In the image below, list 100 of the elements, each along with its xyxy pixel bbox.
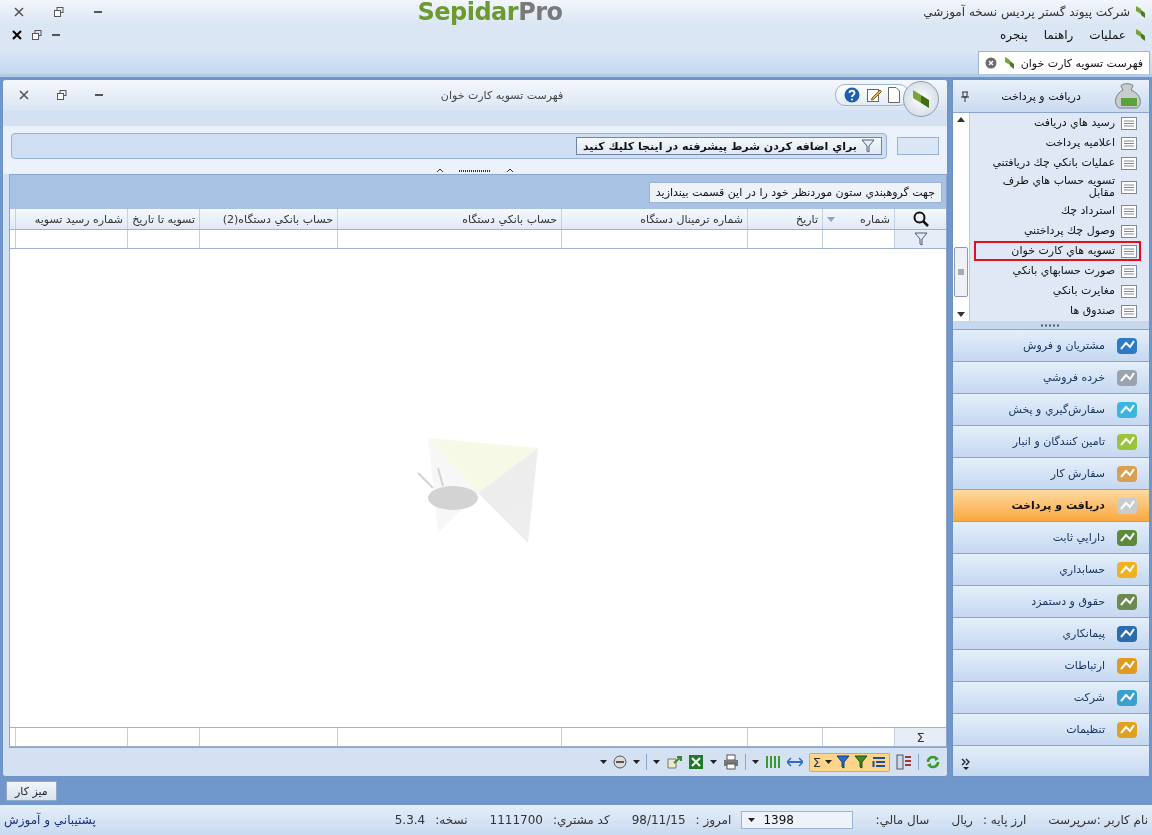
pin-icon[interactable]: [961, 90, 969, 102]
currency-label: ارز پايه :: [982, 813, 1027, 827]
module-button[interactable]: شركت: [953, 682, 1149, 714]
list-icon: [1121, 244, 1137, 258]
fiscal-year-dropdown[interactable]: 1398: [741, 811, 854, 829]
spreadsheet-icon[interactable]: [687, 754, 704, 770]
printer-icon[interactable]: [722, 754, 739, 770]
module-button[interactable]: سفارش‌گيري و پخش: [953, 394, 1149, 426]
close-icon[interactable]: [19, 90, 29, 100]
menu-item[interactable]: عمليات: [1081, 28, 1134, 42]
leaf-icon: [911, 88, 931, 110]
nav-item[interactable]: تسويه حساب هاي طرف مقابل: [974, 173, 1141, 201]
close-icon[interactable]: [14, 7, 24, 17]
today-label: امروز :: [695, 813, 732, 827]
column-header[interactable]: شماره: [822, 209, 894, 229]
column-header[interactable]: تسويه تا تاريخ: [127, 209, 199, 229]
list-icon: [1121, 180, 1137, 194]
form-title: فهرست تسويه كارت خوان: [439, 88, 565, 102]
nav-item[interactable]: وصول چك پرداختني: [974, 221, 1141, 241]
today-date: 98/11/15: [631, 813, 686, 827]
circle-minus-icon[interactable]: [612, 755, 627, 769]
list-icon: [1121, 224, 1137, 238]
nav-item[interactable]: رسيد هاي دريافت: [974, 113, 1141, 133]
caret-icon[interactable]: [751, 760, 759, 764]
list-icon: [1121, 136, 1137, 150]
module-button[interactable]: حقوق و دستمزد: [953, 586, 1149, 618]
nav-item[interactable]: مغايرت بانكي: [974, 281, 1141, 301]
edit-icon[interactable]: [866, 87, 882, 103]
logo-icon: [1134, 28, 1146, 42]
list-icon: [1121, 264, 1137, 278]
customer-code-label: كد مشتري:: [553, 813, 610, 827]
column-header[interactable]: شماره رسيد تسويه: [15, 209, 127, 229]
restore-icon[interactable]: [54, 7, 64, 17]
nav-item[interactable]: استرداد چك: [974, 201, 1141, 221]
sum-button[interactable]: Σ: [812, 754, 821, 770]
list-icon: [1121, 116, 1137, 130]
nav-item[interactable]: صورت حسابهاي بانكي: [974, 261, 1141, 281]
nav-item[interactable]: تسويه هاي كارت خوان: [974, 241, 1141, 261]
restore-icon[interactable]: [32, 30, 42, 40]
caret-icon[interactable]: [599, 760, 607, 764]
refresh-icon[interactable]: [925, 754, 941, 770]
scrollbar[interactable]: [953, 113, 970, 321]
module-button[interactable]: مشتريان و فروش: [953, 330, 1149, 362]
module-button[interactable]: پيمانكاري: [953, 618, 1149, 650]
module-button[interactable]: دريافت و پرداخت: [953, 490, 1149, 522]
columns-icon[interactable]: [896, 754, 912, 770]
currency-value: ريال: [951, 813, 973, 827]
nav-item[interactable]: صندوق ها: [974, 301, 1141, 321]
document-tab[interactable]: فهرست تسويه كارت خوان: [977, 51, 1150, 74]
export-icon[interactable]: [665, 754, 682, 770]
restore-icon[interactable]: [57, 90, 67, 100]
module-button[interactable]: حسابداري: [953, 554, 1149, 586]
minimize-icon[interactable]: [94, 10, 102, 14]
group-by-icon[interactable]: [872, 755, 886, 769]
grip-icon: [958, 269, 964, 275]
module-button[interactable]: سفارش كار: [953, 458, 1149, 490]
caret-icon: [748, 818, 756, 822]
filter-icon[interactable]: [836, 755, 850, 769]
menu-item[interactable]: راهنما: [1035, 28, 1082, 42]
fit-width-icon[interactable]: [786, 757, 803, 767]
scroll-down-icon[interactable]: [957, 312, 965, 317]
desktop-button[interactable]: ميز كار: [6, 781, 57, 801]
column-header[interactable]: حساب بانكي دستگاه(2): [199, 209, 337, 229]
column-header[interactable]: حساب بانكي دستگاه: [337, 209, 561, 229]
module-button[interactable]: تنظيمات: [953, 714, 1149, 746]
caret-icon[interactable]: [709, 760, 717, 764]
caret-icon[interactable]: [652, 760, 660, 764]
search-icon[interactable]: [912, 211, 929, 227]
resize-grip-icon[interactable]: [1041, 323, 1061, 327]
help-icon[interactable]: [844, 87, 860, 103]
new-document-icon[interactable]: [888, 87, 900, 103]
logo-icon: [1002, 56, 1015, 70]
nav-item[interactable]: اعلاميه پرداخت: [974, 133, 1141, 153]
expand-chevrons-icon[interactable]: [961, 758, 971, 770]
minimize-icon[interactable]: [52, 33, 60, 37]
sort-arrow-icon: [827, 216, 835, 222]
list-icon: [1121, 304, 1137, 318]
module-button[interactable]: خرده فروشي: [953, 362, 1149, 394]
module-button[interactable]: ارتباطات: [953, 650, 1149, 682]
scroll-up-icon[interactable]: [957, 117, 965, 122]
module-button[interactable]: دارايي ثابت: [953, 522, 1149, 554]
menu-item[interactable]: پنجره: [992, 28, 1036, 42]
column-bars-icon[interactable]: [764, 754, 781, 770]
column-header[interactable]: شماره ترمينال دستگاه: [561, 209, 747, 229]
list-icon: [1121, 156, 1137, 170]
splitter-grip-icon[interactable]: [435, 167, 515, 173]
filter-icon[interactable]: [854, 755, 868, 769]
column-header[interactable]: تاريخ: [747, 209, 822, 229]
logo-text: Sepidar: [417, 0, 519, 26]
caret-icon[interactable]: [632, 760, 640, 764]
list-icon: [1121, 284, 1137, 298]
support-link[interactable]: پشتيباني و آموزش: [4, 813, 96, 827]
module-button[interactable]: تامين كنندگان و انبار: [953, 426, 1149, 458]
group-by-hint: جهت گروهبندي ستون موردنظر خود را در اين قسمت بيندازيد: [648, 181, 942, 203]
caret-icon[interactable]: [825, 760, 832, 764]
input-field[interactable]: [897, 137, 939, 155]
minimize-icon[interactable]: [95, 93, 103, 97]
nav-item[interactable]: عمليات بانكي چك دريافتني: [974, 153, 1141, 173]
close-icon[interactable]: [12, 30, 22, 40]
advanced-filter-button[interactable]: براي اضافه كردن شرط پيشرفته در اينجا كليك كنيد: [575, 137, 882, 155]
